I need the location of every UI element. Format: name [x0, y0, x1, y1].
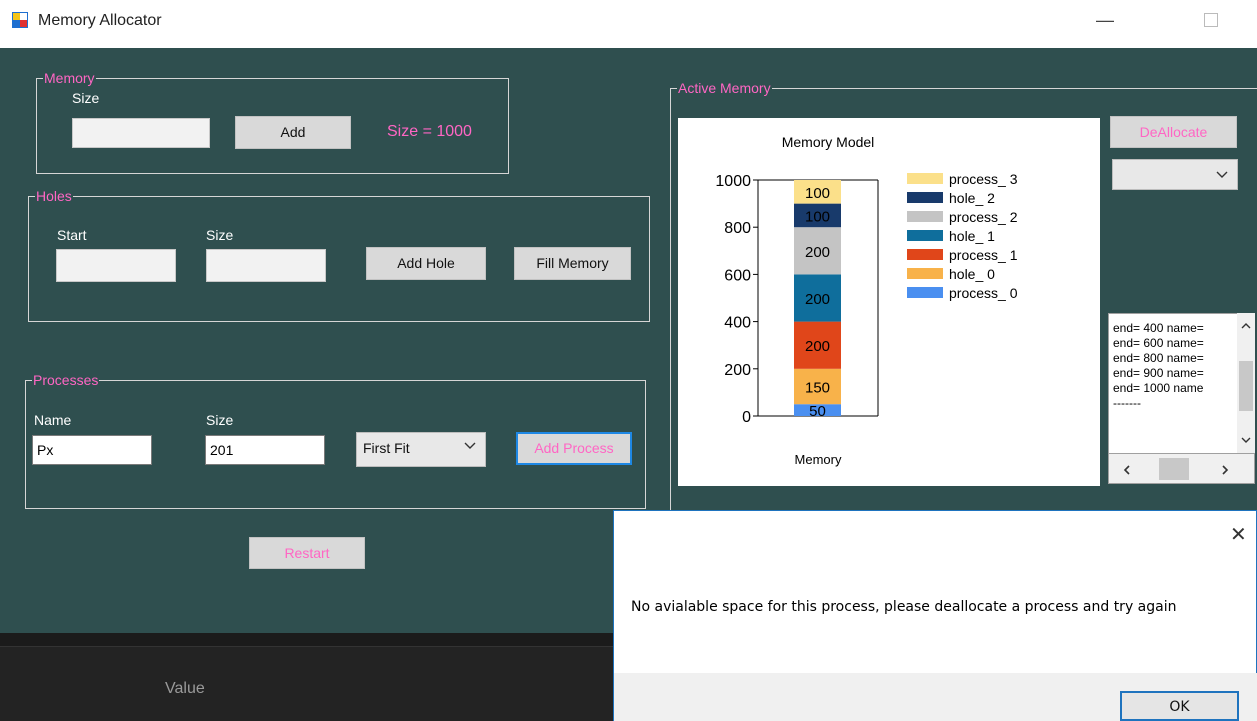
chart-data-label: 200 — [805, 291, 830, 308]
hole-start-label: Start — [57, 227, 87, 243]
chevron-up-icon[interactable] — [1240, 319, 1252, 335]
log-horizontal-scrollbar[interactable] — [1108, 453, 1255, 484]
log-line: end= 900 name= — [1113, 366, 1204, 380]
fit-algorithm-select[interactable]: First Fit — [356, 432, 486, 467]
window-title: Memory Allocator — [38, 12, 162, 29]
chart-x-label: Memory — [795, 452, 842, 467]
chart-y-tick-label: 400 — [724, 315, 751, 332]
chart-legend-swatch — [907, 211, 943, 222]
chevron-left-icon[interactable] — [1121, 463, 1133, 479]
memory-chart: Memory Model Memory 0 200 400 600 800 1000 50 1… — [678, 118, 1100, 486]
value-column-header: Value — [165, 680, 205, 697]
minimize-button[interactable]: — — [1090, 8, 1120, 34]
hole-size-label: Size — [206, 227, 234, 243]
process-name-label: Name — [34, 412, 72, 428]
chart-legend-swatch — [907, 268, 943, 279]
chart-legend-swatch — [907, 230, 943, 241]
chart-y-tick-label: 600 — [724, 267, 751, 284]
maximize-button[interactable] — [1204, 13, 1218, 27]
chart-legend-label: process_ 0 — [949, 285, 1018, 301]
restart-button[interactable]: Restart — [249, 537, 365, 569]
chevron-down-icon — [1215, 167, 1229, 184]
chart-legend-label: hole_ 0 — [949, 266, 995, 282]
chevron-right-icon[interactable] — [1219, 463, 1231, 479]
deallocate-button[interactable]: DeAllocate — [1110, 116, 1237, 148]
chart-legend-label: process_ 3 — [949, 171, 1018, 187]
active-memory-legend: Active Memory — [678, 80, 771, 96]
process-name-input[interactable] — [32, 435, 152, 465]
chevron-down-icon[interactable] — [1240, 433, 1252, 449]
app-icon — [12, 12, 28, 28]
process-size-input[interactable] — [205, 435, 325, 465]
chart-y-tick-label: 0 — [742, 409, 751, 426]
add-process-button[interactable]: Add Process — [516, 432, 632, 465]
chart-legend-label: hole_ 1 — [949, 228, 995, 244]
memory-size-display: Size = 1000 — [387, 123, 472, 140]
memory-group-legend: Memory — [44, 70, 95, 86]
chevron-down-icon — [463, 438, 477, 455]
holes-group-legend: Holes — [36, 188, 72, 204]
chart-y-tick-label: 200 — [724, 362, 751, 379]
ok-button[interactable]: OK — [1120, 691, 1239, 721]
log-vscroll-thumb[interactable] — [1239, 361, 1253, 411]
processes-group-legend: Processes — [33, 372, 99, 388]
process-size-label: Size — [206, 412, 234, 428]
log-vertical-scrollbar[interactable] — [1237, 313, 1255, 453]
chart-legend-swatch — [907, 173, 943, 184]
deallocate-select[interactable] — [1112, 159, 1238, 190]
hole-start-input[interactable] — [56, 249, 176, 282]
chart-legend-label: process_ 2 — [949, 209, 1018, 225]
fill-memory-button[interactable]: Fill Memory — [514, 247, 631, 280]
chart-y-tick-label: 1000 — [715, 173, 751, 190]
dialog-message: No avialable space for this process, ple… — [631, 599, 1177, 615]
chart-legend-label: hole_ 2 — [949, 190, 995, 206]
log-line: end= 600 name= — [1113, 336, 1204, 350]
add-memory-button[interactable]: Add — [235, 116, 351, 149]
hole-size-input[interactable] — [206, 249, 326, 282]
chart-legend-label: process_ 1 — [949, 247, 1018, 263]
fit-algorithm-value: First Fit — [363, 440, 410, 456]
chart-title: Memory Model — [782, 134, 875, 150]
chart-data-label: 200 — [805, 244, 830, 261]
close-icon[interactable]: ✕ — [1230, 522, 1247, 547]
log-line: end= 800 name= — [1113, 351, 1204, 365]
chart-y-tick-label: 800 — [724, 220, 751, 237]
chart-legend-swatch — [907, 249, 943, 260]
log-line: end= 1000 name — [1113, 381, 1204, 395]
log-hscroll-thumb[interactable] — [1159, 458, 1189, 480]
chart-data-label: 50 — [809, 403, 826, 420]
log-line: end= 400 name= — [1113, 321, 1204, 335]
title-bar — [0, 0, 1257, 48]
chart-data-label: 200 — [805, 338, 830, 355]
chart-data-label: 100 — [805, 208, 830, 225]
chart-data-label: 100 — [805, 185, 830, 202]
chart-legend-swatch — [907, 192, 943, 203]
chart-data-label: 150 — [805, 380, 830, 397]
add-hole-button[interactable]: Add Hole — [366, 247, 486, 280]
chart-legend-swatch — [907, 287, 943, 298]
memory-size-input[interactable] — [72, 118, 210, 148]
log-line: ------- — [1113, 396, 1141, 410]
memory-size-label: Size — [72, 90, 100, 106]
